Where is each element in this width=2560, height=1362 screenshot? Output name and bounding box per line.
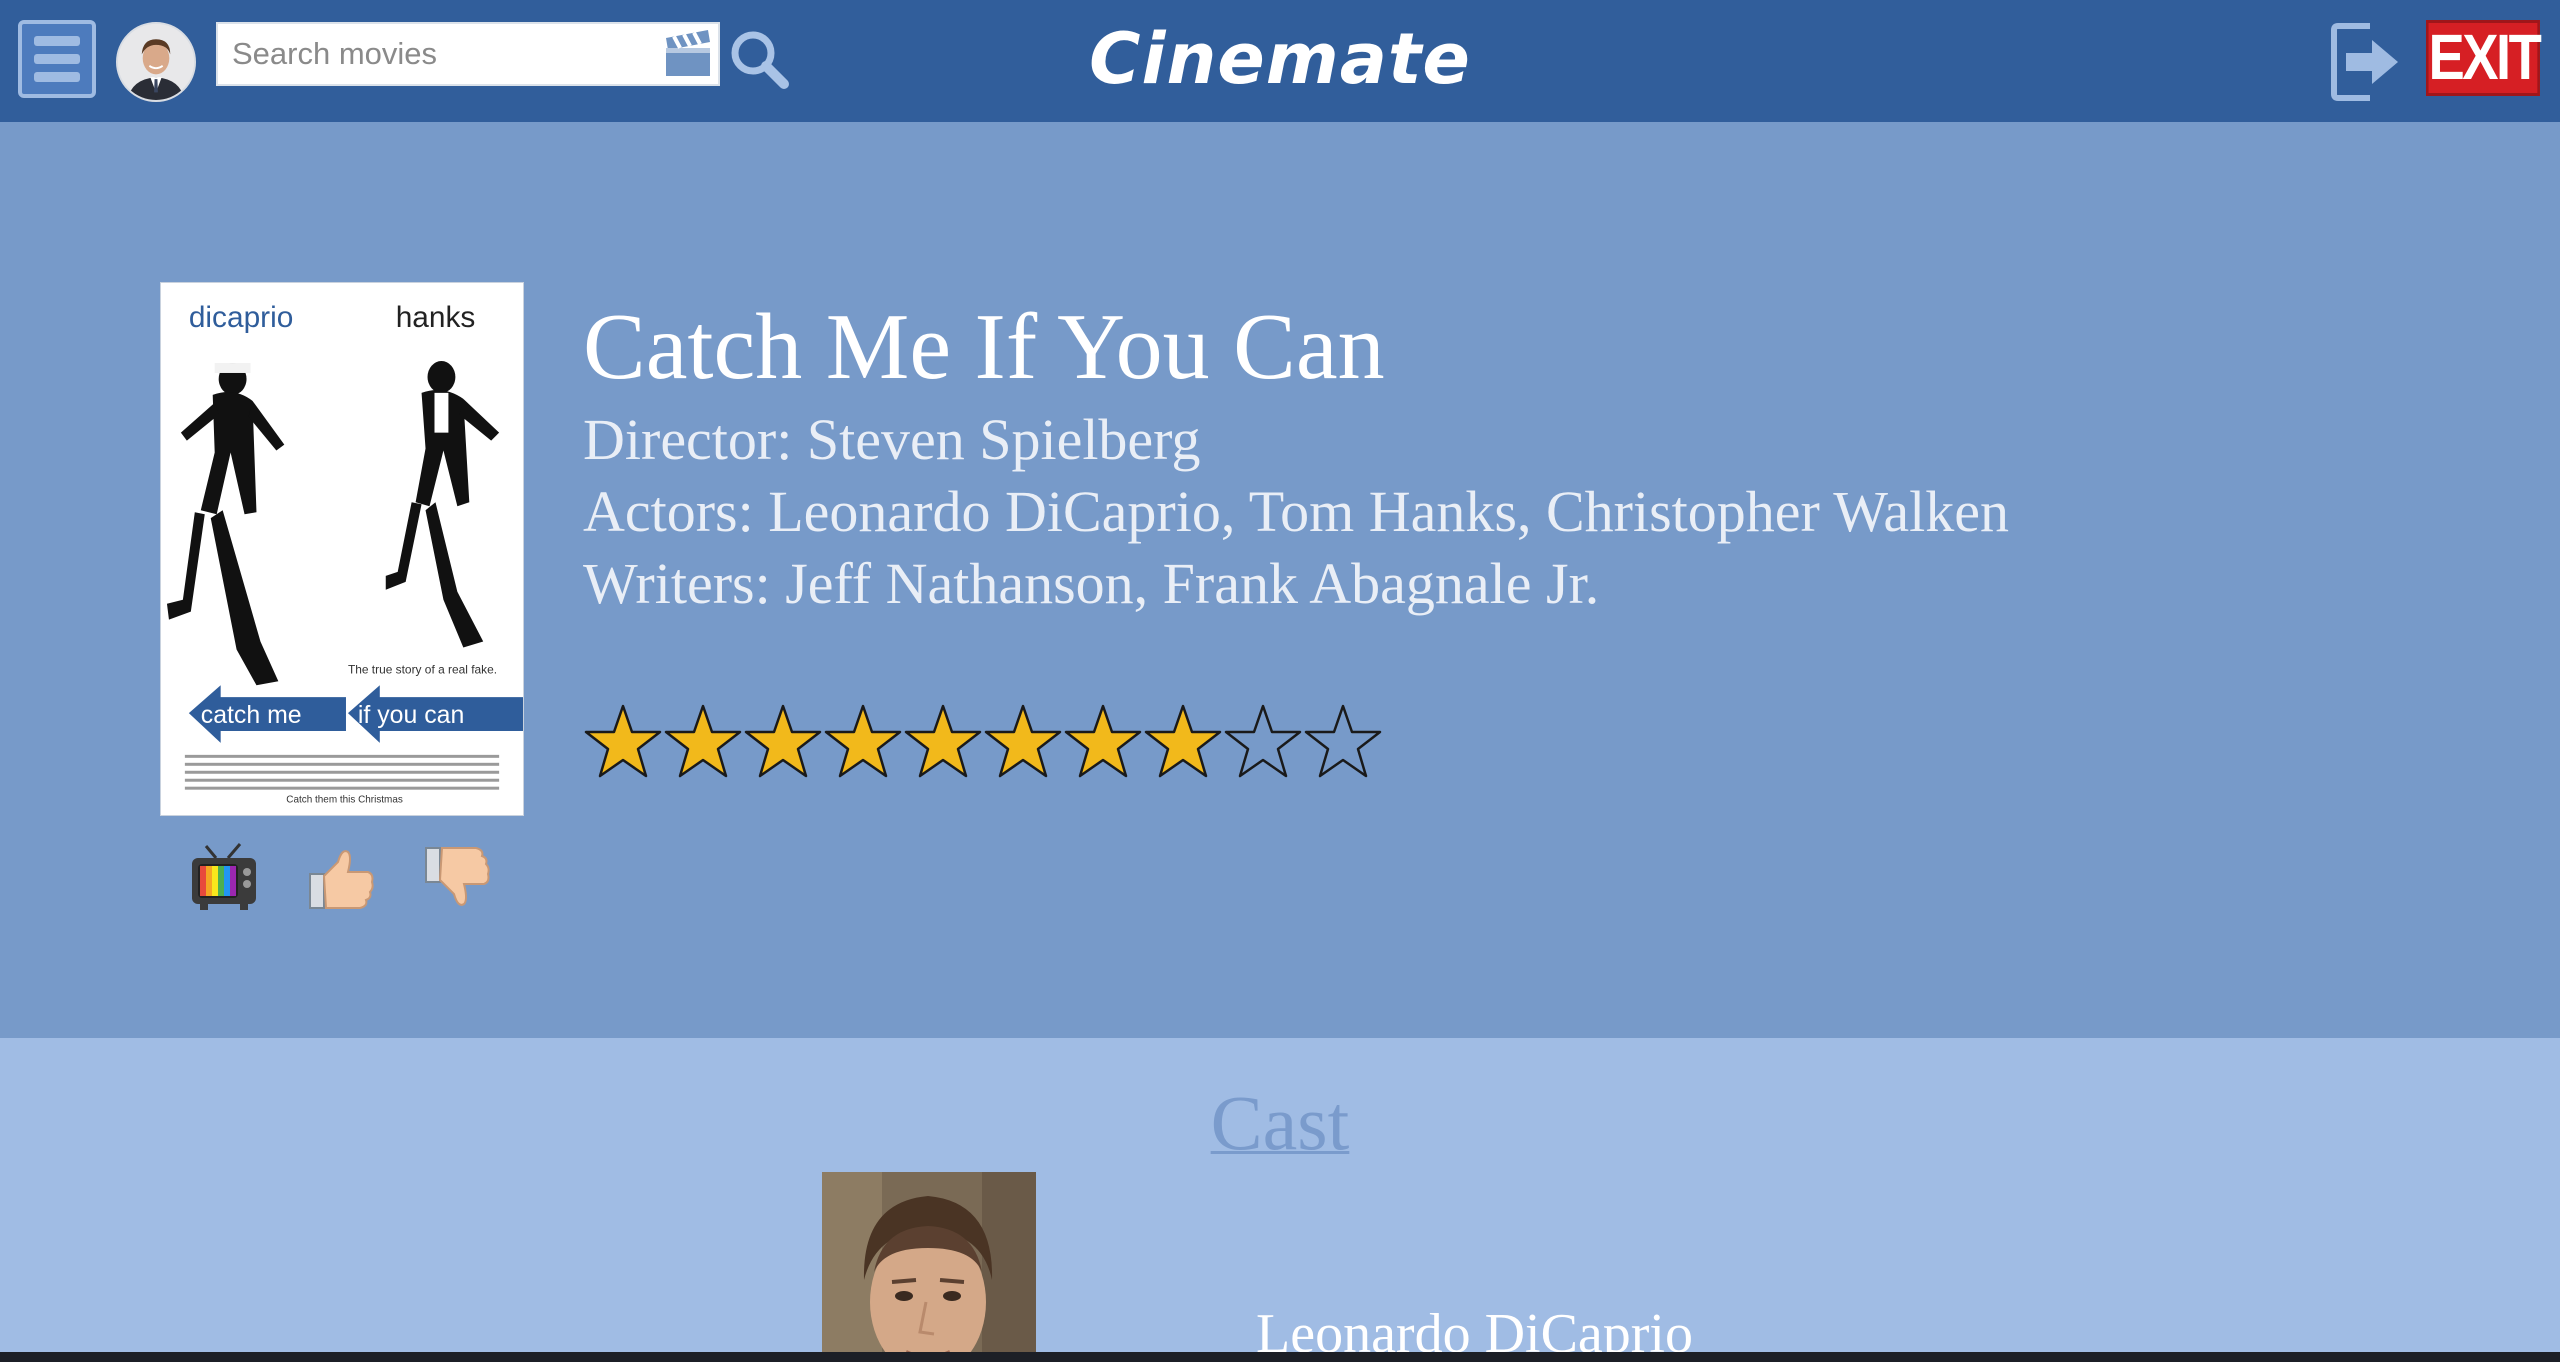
poster-footer: Catch them this Christmas <box>286 795 403 806</box>
menu-bar <box>34 72 80 82</box>
movie-title: Catch Me If You Can <box>583 295 1385 399</box>
search-input[interactable] <box>218 24 658 84</box>
movie-poster: dicaprio hanks The true story of a real … <box>160 282 524 816</box>
cast-member-photo-image <box>822 1172 1036 1352</box>
search-icon[interactable] <box>726 26 792 92</box>
star-filled-icon[interactable] <box>743 702 823 782</box>
poster-arrow-right-text: if you can <box>358 701 464 729</box>
user-avatar-image <box>118 24 194 100</box>
star-empty-icon[interactable] <box>1223 702 1303 782</box>
star-filled-icon[interactable] <box>983 702 1063 782</box>
star-filled-icon[interactable] <box>663 702 743 782</box>
search-box <box>216 22 720 86</box>
clapperboard-icon[interactable] <box>660 26 716 82</box>
menu-bar <box>34 54 80 64</box>
star-filled-icon[interactable] <box>1143 702 1223 782</box>
star-filled-icon[interactable] <box>583 702 663 782</box>
thumbs-down-icon[interactable] <box>422 842 494 914</box>
star-filled-icon[interactable] <box>903 702 983 782</box>
exit-button[interactable]: EXIT <box>2426 20 2542 96</box>
window-bottom-edge <box>0 1352 2560 1362</box>
app-brand-title: Cinemate <box>1089 18 1471 100</box>
hamburger-menu-button[interactable] <box>18 20 96 98</box>
tv-icon[interactable] <box>188 842 260 914</box>
menu-bar <box>34 36 80 46</box>
movie-detail-panel: dicaprio hanks The true story of a real … <box>0 122 2560 1038</box>
star-rating[interactable] <box>583 702 1383 782</box>
cast-member-name[interactable]: Leonardo DiCaprio <box>1256 1300 1693 1352</box>
cast-heading-link[interactable]: Cast <box>1180 1078 1380 1168</box>
movie-director: Director: Steven Spielberg <box>583 407 1201 472</box>
star-filled-icon[interactable] <box>823 702 903 782</box>
poster-arrow-left-text: catch me <box>201 701 302 729</box>
movie-actors: Actors: Leonardo DiCaprio, Tom Hanks, Ch… <box>583 479 2009 544</box>
logout-icon[interactable] <box>2330 20 2404 104</box>
poster-left-name: dicaprio <box>189 301 293 334</box>
user-avatar[interactable] <box>116 22 196 102</box>
app-header: Cinemate EXIT <box>0 0 2560 122</box>
poster-right-name: hanks <box>396 301 476 334</box>
poster-tagline: The true story of a real fake. <box>348 662 497 676</box>
cast-section: Cast Leonardo DiCaprio <box>0 1038 2560 1352</box>
movie-actions <box>160 842 524 922</box>
cast-member-photo[interactable] <box>822 1172 1036 1352</box>
star-filled-icon[interactable] <box>1063 702 1143 782</box>
thumbs-up-icon[interactable] <box>306 842 378 914</box>
movie-writers: Writers: Jeff Nathanson, Frank Abagnale … <box>583 551 1600 616</box>
star-empty-icon[interactable] <box>1303 702 1383 782</box>
movie-poster-art: dicaprio hanks The true story of a real … <box>161 283 523 815</box>
